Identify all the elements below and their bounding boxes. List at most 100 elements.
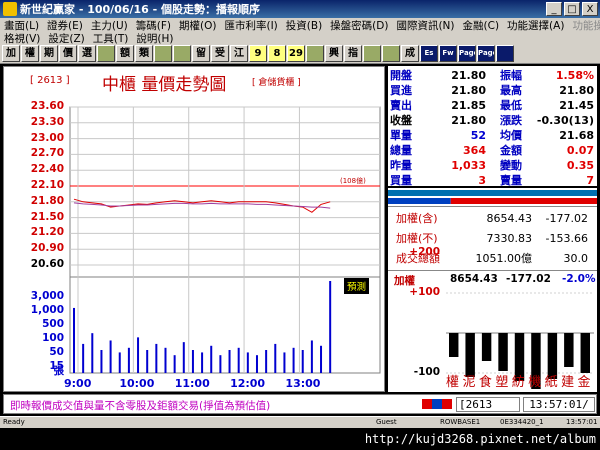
plot-frame bbox=[69, 106, 381, 374]
minimize-button[interactable]: _ bbox=[546, 2, 562, 16]
status-bar: Ready Guest ROWBASE1 0E334420_1 13:57:01 bbox=[0, 416, 600, 428]
sector-bar bbox=[449, 333, 459, 357]
toolbar-button-26[interactable] bbox=[496, 45, 514, 62]
toolbar-button-21[interactable]: 成 bbox=[401, 45, 419, 62]
quote-label: 收盤 bbox=[390, 114, 412, 127]
quote-value: 52 bbox=[470, 129, 486, 142]
status-id: 0E334420_1 bbox=[500, 418, 544, 426]
bid-ask-bar bbox=[388, 188, 597, 206]
close-button[interactable]: X bbox=[582, 2, 598, 16]
volume-bar bbox=[73, 307, 75, 373]
volume-bar bbox=[274, 343, 277, 373]
quote-value: 21.85 bbox=[451, 99, 486, 112]
price-tick: 23.60 bbox=[30, 100, 64, 112]
toolbar-button-22[interactable]: Es bbox=[420, 45, 438, 62]
toolbar-button-7[interactable]: 類 bbox=[135, 45, 153, 62]
index-label: 加權(含) bbox=[396, 212, 438, 225]
volume-tick: 3,000 bbox=[30, 290, 64, 302]
index-change: 30.0 bbox=[563, 252, 589, 265]
volume-tick: 500 bbox=[42, 318, 64, 330]
volume-bar bbox=[246, 352, 249, 373]
volume-bar bbox=[82, 343, 85, 373]
quote-label: 總量 bbox=[390, 144, 412, 157]
stock-code-input[interactable]: [2613 bbox=[456, 397, 520, 412]
sector-name[interactable]: 塑 bbox=[495, 371, 508, 390]
sector-bar bbox=[498, 333, 508, 371]
price-tick: 20.90 bbox=[30, 242, 64, 255]
volume-bar bbox=[182, 342, 185, 373]
volume-bar bbox=[137, 337, 140, 373]
toolbar-button-0[interactable]: 加 bbox=[2, 45, 20, 62]
toolbar-button-20[interactable] bbox=[382, 45, 400, 62]
sector-name[interactable]: 機 bbox=[528, 371, 541, 390]
maximize-button[interactable]: □ bbox=[564, 2, 580, 16]
toolbar-button-2[interactable]: 期 bbox=[40, 45, 58, 62]
toolbar-button-3[interactable]: 價 bbox=[59, 45, 77, 62]
sector-name[interactable]: 泥 bbox=[462, 371, 475, 390]
toolbar-button-16[interactable] bbox=[306, 45, 324, 62]
volume-bar bbox=[191, 350, 194, 373]
status-time: 13:57:01 bbox=[566, 418, 598, 426]
sector-name[interactable]: 紙 bbox=[545, 371, 558, 390]
quote-value: 21.80 bbox=[451, 114, 486, 127]
quote-value: 0.35 bbox=[566, 159, 594, 172]
index-change: -177.02 bbox=[545, 212, 588, 225]
toolbar-button-13[interactable]: 9 bbox=[249, 45, 267, 62]
volume-bar bbox=[228, 350, 231, 373]
forecast-badge[interactable]: 預測 bbox=[344, 278, 370, 294]
volume-bar bbox=[255, 355, 258, 373]
status-server: ROWBASE1 bbox=[440, 418, 481, 426]
sector-name[interactable]: 金 bbox=[578, 371, 591, 390]
sector-name[interactable]: 建 bbox=[561, 371, 574, 390]
chart-title: 中櫃 量價走勢圖 bbox=[102, 75, 227, 95]
toolbar-button-23[interactable]: Fw bbox=[439, 45, 457, 62]
volume-bar bbox=[164, 347, 167, 373]
volume-bar bbox=[329, 281, 332, 373]
bid-ask-bar-graphic bbox=[388, 190, 597, 204]
sector-name[interactable]: 紡 bbox=[512, 371, 525, 390]
quote-label: 買量 bbox=[390, 174, 412, 187]
index-panel: 加權(含) 8654.43 -177.02 加權(不) 7330.83 -153.66 成交… bbox=[388, 206, 597, 270]
toolbar-button-14[interactable]: 8 bbox=[268, 45, 286, 62]
sell-ratio-bar bbox=[450, 198, 597, 204]
toolbar-button-15[interactable]: 29 bbox=[287, 45, 305, 62]
toolbar-button-8[interactable] bbox=[154, 45, 172, 62]
quote-value: 7 bbox=[586, 174, 594, 187]
volume-bar bbox=[155, 343, 158, 373]
toolbar-button-6[interactable]: 額 bbox=[116, 45, 134, 62]
toolbar-button-11[interactable]: 受 bbox=[211, 45, 229, 62]
stock-code: [ 2613 ] bbox=[30, 75, 70, 86]
toolbar-button-5[interactable] bbox=[97, 45, 115, 62]
time-tick: 10:00 bbox=[119, 377, 155, 390]
toolbar-button-4[interactable]: 選 bbox=[78, 45, 96, 62]
volume-bar bbox=[210, 345, 213, 373]
toolbar-button-24[interactable]: Page bbox=[458, 45, 476, 62]
volume-tick: 1,000 bbox=[30, 304, 64, 316]
sector-tick: -100 bbox=[413, 366, 440, 378]
toolbar-button-12[interactable]: 江 bbox=[230, 45, 248, 62]
volume-bar bbox=[265, 350, 268, 373]
sector-name[interactable]: 食 bbox=[479, 371, 492, 390]
toolbar-button-10[interactable]: 留 bbox=[192, 45, 210, 62]
time-tick: 9:00 bbox=[64, 377, 92, 390]
toolbar-button-9[interactable] bbox=[173, 45, 191, 62]
volume-bar bbox=[292, 347, 295, 373]
quote-label: 買進 bbox=[390, 84, 412, 97]
quote-value: 21.80 bbox=[451, 69, 486, 82]
toolbar-button-1[interactable]: 權 bbox=[21, 45, 39, 62]
price-tick: 21.20 bbox=[30, 226, 64, 239]
volume-bar bbox=[173, 355, 176, 373]
sector-bar bbox=[564, 333, 574, 367]
volume-bar bbox=[127, 347, 130, 373]
quote-label: 賣出 bbox=[390, 99, 412, 112]
volume-bar bbox=[219, 355, 222, 373]
sector-name[interactable]: 權 bbox=[446, 371, 459, 390]
quote-value: 364 bbox=[463, 144, 486, 157]
toolbar-button-19[interactable] bbox=[363, 45, 381, 62]
volume-unit-label: 張 bbox=[53, 365, 65, 377]
toolbar-button-25[interactable]: Page bbox=[477, 45, 495, 62]
color-chip-icon bbox=[422, 399, 452, 409]
toolbar-button-18[interactable]: 指 bbox=[344, 45, 362, 62]
toolbar-button-17[interactable]: 興 bbox=[325, 45, 343, 62]
time-tick: 12:00 bbox=[230, 377, 266, 390]
